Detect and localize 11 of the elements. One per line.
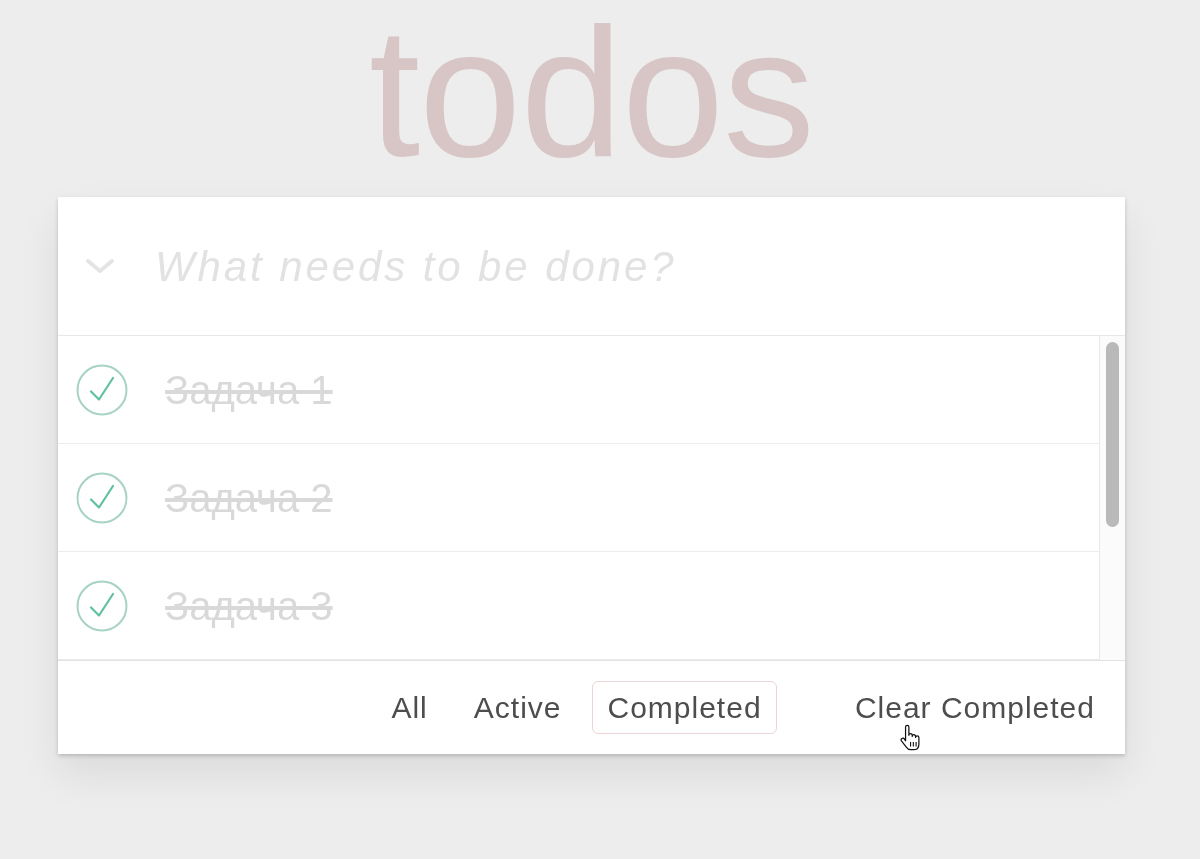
checkbox[interactable] <box>76 363 128 416</box>
scrollbar-track[interactable] <box>1099 336 1125 660</box>
scrollbar-thumb[interactable] <box>1106 342 1119 527</box>
checkbox[interactable] <box>76 579 128 632</box>
filter-tab[interactable]: All <box>376 681 443 734</box>
filter-tab[interactable]: Completed <box>592 681 777 734</box>
checkbox[interactable] <box>76 471 128 524</box>
clear-completed-button[interactable]: Clear Completed <box>854 690 1095 725</box>
chevron-down-icon[interactable] <box>85 258 115 274</box>
hand-cursor-icon <box>900 724 920 751</box>
filter-tab[interactable]: Active <box>458 681 577 734</box>
